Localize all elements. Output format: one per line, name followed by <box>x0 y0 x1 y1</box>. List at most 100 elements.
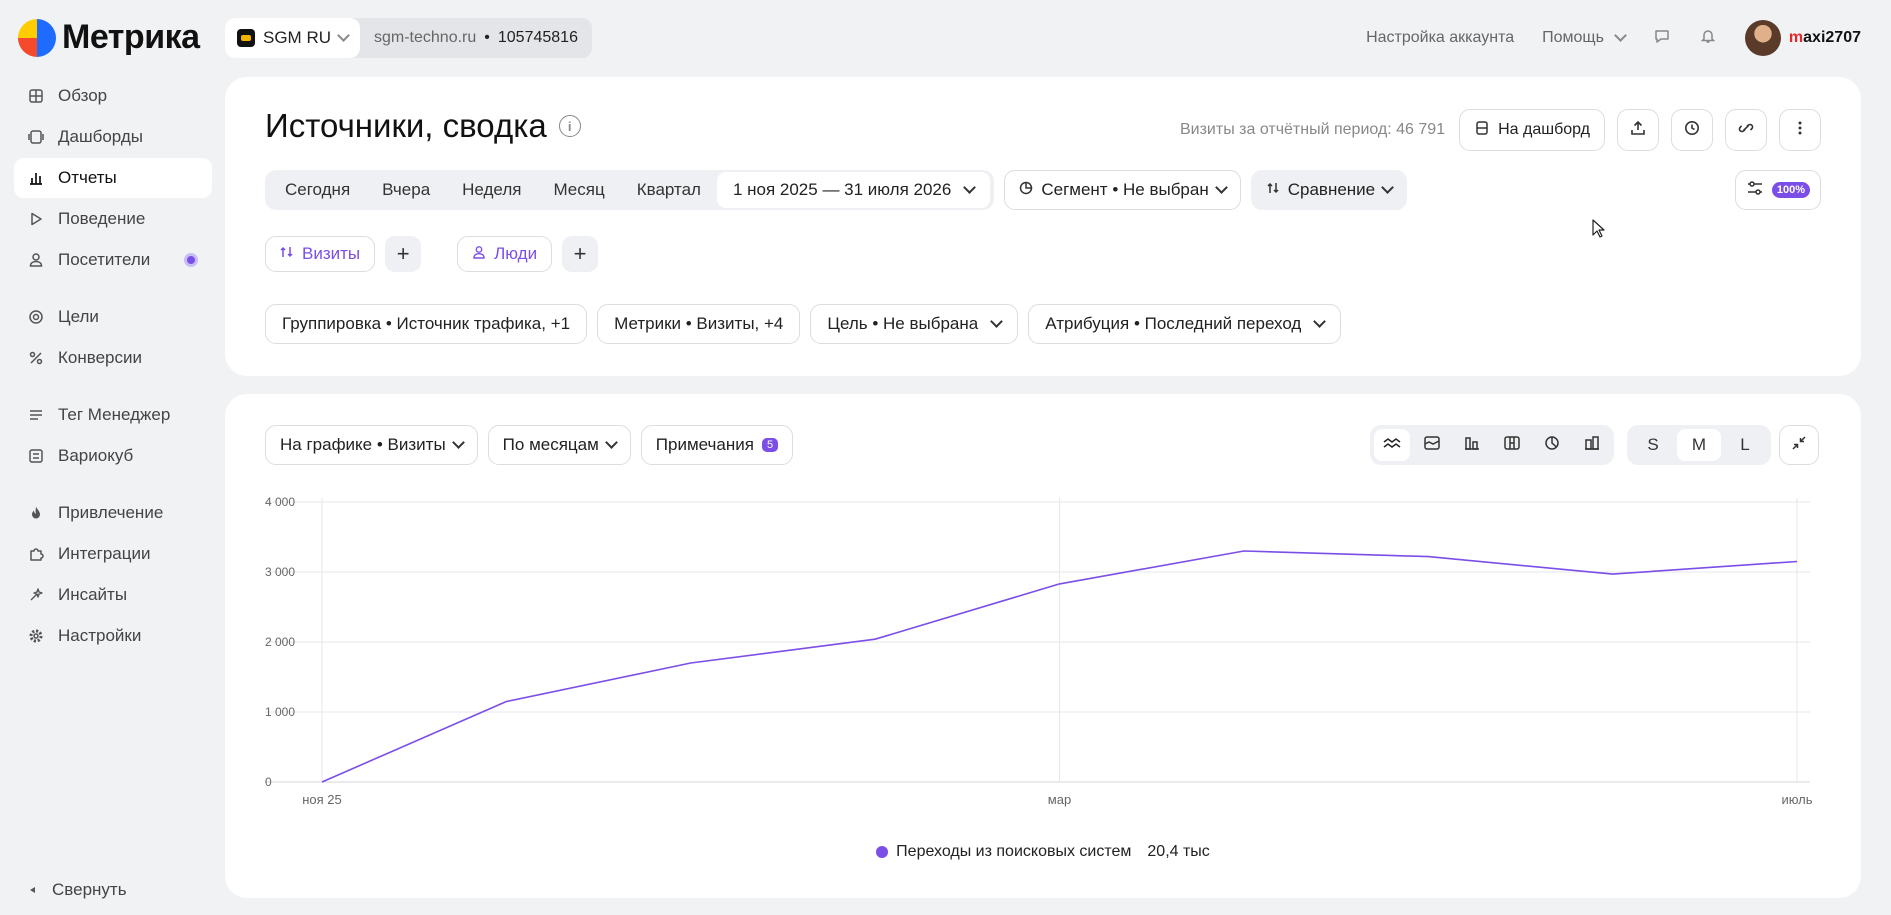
sidebar-item-conversions[interactable]: Конверсии <box>14 338 212 378</box>
upload-icon <box>1630 120 1646 141</box>
sidebar-item-visitors[interactable]: Посетители <box>14 240 212 280</box>
sidebar-item-label: Привлечение <box>58 503 164 522</box>
sidebar-item-acquisition[interactable]: Привлечение <box>14 493 212 533</box>
sidebar-item-label: Поведение <box>58 209 146 228</box>
chevron-down-icon <box>1381 181 1395 194</box>
y-tick-label: 2 000 <box>265 635 295 649</box>
link-icon <box>1738 120 1754 141</box>
more-button[interactable] <box>1779 109 1821 151</box>
sliders-icon <box>1746 180 1764 201</box>
clock-icon <box>1684 120 1700 141</box>
chat-icon[interactable] <box>1653 27 1671 50</box>
triangle-left-icon <box>28 880 38 900</box>
sidebar-item-settings[interactable]: Настройки <box>14 616 212 656</box>
org-icon <box>237 29 255 47</box>
chevron-down-icon <box>337 29 350 42</box>
account-settings-link[interactable]: Настройка аккаунта <box>1366 29 1514 47</box>
sidebar-item-label: Дашборды <box>58 127 143 146</box>
collapse-label: Свернуть <box>52 880 127 899</box>
goal-dropdown[interactable]: Цель • Не выбрана <box>810 304 1019 344</box>
puzzle-icon <box>28 546 44 562</box>
comparison-dropdown[interactable]: Сравнение <box>1250 170 1408 210</box>
people-chip[interactable]: Люди <box>457 236 553 272</box>
sidebar-item-tag-manager[interactable]: Тег Менеджер <box>14 395 212 435</box>
user-menu[interactable]: maxi2707 <box>1744 20 1861 56</box>
chevron-down-icon <box>1313 315 1327 328</box>
sidebar-item-label: Обзор <box>58 86 108 105</box>
metrika-logo[interactable]: Метрика <box>18 18 200 57</box>
counter-selector[interactable]: SGM RU sgm-techno.ru • 105745816 <box>225 18 592 58</box>
sidebar-item-integrations[interactable]: Интеграции <box>14 534 212 574</box>
reports-icon <box>28 170 44 186</box>
grouping-selector[interactable]: Группировка • Источник трафика, +1 <box>265 304 588 344</box>
bell-icon[interactable] <box>1699 27 1717 50</box>
info-icon[interactable]: i <box>558 115 581 137</box>
grid-icon <box>28 88 44 104</box>
collapse-sidebar-button[interactable]: Свернуть <box>28 880 127 900</box>
play-icon <box>28 211 44 227</box>
visits-line-chart: 0 1 000 2 000 3 000 4 000 ноя 25 мар июль <box>265 495 1813 807</box>
flame-icon <box>28 505 44 521</box>
sparkle-icon <box>28 587 44 603</box>
sidebar-item-variocube[interactable]: Вариокуб <box>14 436 212 476</box>
metrics-selector[interactable]: Метрики • Визиты, +4 <box>597 304 801 344</box>
x-tick-label: ноя 25 <box>302 792 342 807</box>
metrika-logo-icon <box>18 18 56 57</box>
to-dashboard-button[interactable]: На дашборд <box>1459 109 1605 151</box>
segment-dropdown[interactable]: Сегмент • Не выбран <box>1004 170 1241 210</box>
comparison-label: Сравнение <box>1287 180 1376 199</box>
sidebar-item-overview[interactable]: Обзор <box>14 76 212 116</box>
sidebar-item-label: Тег Менеджер <box>58 405 171 424</box>
sidebar-item-label: Инсайты <box>58 585 128 604</box>
sidebar-item-insights[interactable]: Инсайты <box>14 575 212 615</box>
sidebar-item-label: Посетители <box>58 250 151 269</box>
y-tick-label: 0 <box>265 775 272 789</box>
page-title: Источники, сводка <box>265 107 547 144</box>
person-icon <box>28 252 44 268</box>
target-icon <box>28 309 44 325</box>
chevron-down-icon <box>1214 181 1228 194</box>
y-tick-label: 1 000 <box>265 705 295 719</box>
help-menu[interactable]: Помощь <box>1542 29 1627 47</box>
copy-link-button[interactable] <box>1725 109 1767 151</box>
visits-icon <box>280 244 294 264</box>
date-range-picker[interactable]: 1 ноя 2025 — 31 июля 2026 <box>716 172 991 208</box>
sidebar: Обзор Дашборды Отчеты Поведение Посетите… <box>14 76 212 657</box>
gear-icon <box>28 628 44 644</box>
add-people-filter-button[interactable]: + <box>562 236 599 272</box>
export-button[interactable] <box>1617 109 1659 151</box>
mouse-cursor <box>1592 219 1606 244</box>
attribution-dropdown[interactable]: Атрибуция • Последний переход <box>1028 304 1342 344</box>
visits-chip[interactable]: Визиты <box>265 236 376 272</box>
dashboards-icon <box>28 129 44 145</box>
period-week[interactable]: Неделя <box>446 170 537 210</box>
username: maxi2707 <box>1789 29 1861 47</box>
visits-total: Визиты за отчётный период: 46 791 <box>1179 121 1446 138</box>
sidebar-item-goals[interactable]: Цели <box>14 297 212 337</box>
period-yesterday[interactable]: Вчера <box>366 170 446 210</box>
goal-label: Цель • Не выбрана <box>827 314 979 333</box>
username-first-letter: m <box>1788 29 1804 46</box>
segment-label: Сегмент • Не выбран <box>1041 180 1209 199</box>
period-quarter[interactable]: Квартал <box>621 170 717 210</box>
site-name: sgm-techno.ru <box>374 29 477 46</box>
separator: • <box>484 29 490 46</box>
period-today[interactable]: Сегодня <box>269 170 366 210</box>
org-selector[interactable]: SGM RU <box>225 18 360 58</box>
sidebar-item-behavior[interactable]: Поведение <box>14 199 212 239</box>
username-rest: axi2707 <box>1803 29 1861 46</box>
history-button[interactable] <box>1671 109 1713 151</box>
sidebar-item-dashboards[interactable]: Дашборды <box>14 117 212 157</box>
legend-color-dot <box>876 846 889 858</box>
sampling-settings-button[interactable]: 100% <box>1734 170 1821 210</box>
legend-series-name[interactable]: Переходы из поисковых систем <box>896 843 1131 861</box>
add-visits-filter-button[interactable]: + <box>385 236 422 272</box>
more-vertical-icon <box>1792 120 1808 141</box>
sidebar-item-reports[interactable]: Отчеты <box>14 158 212 198</box>
sampling-badge: 100% <box>1771 182 1810 198</box>
sidebar-item-label: Цели <box>58 307 99 326</box>
person-icon <box>472 244 486 264</box>
date-range-label: 1 ноя 2025 — 31 июля 2026 <box>732 180 952 199</box>
period-month[interactable]: Месяц <box>537 170 620 210</box>
site-selector[interactable]: sgm-techno.ru • 105745816 <box>360 18 592 58</box>
